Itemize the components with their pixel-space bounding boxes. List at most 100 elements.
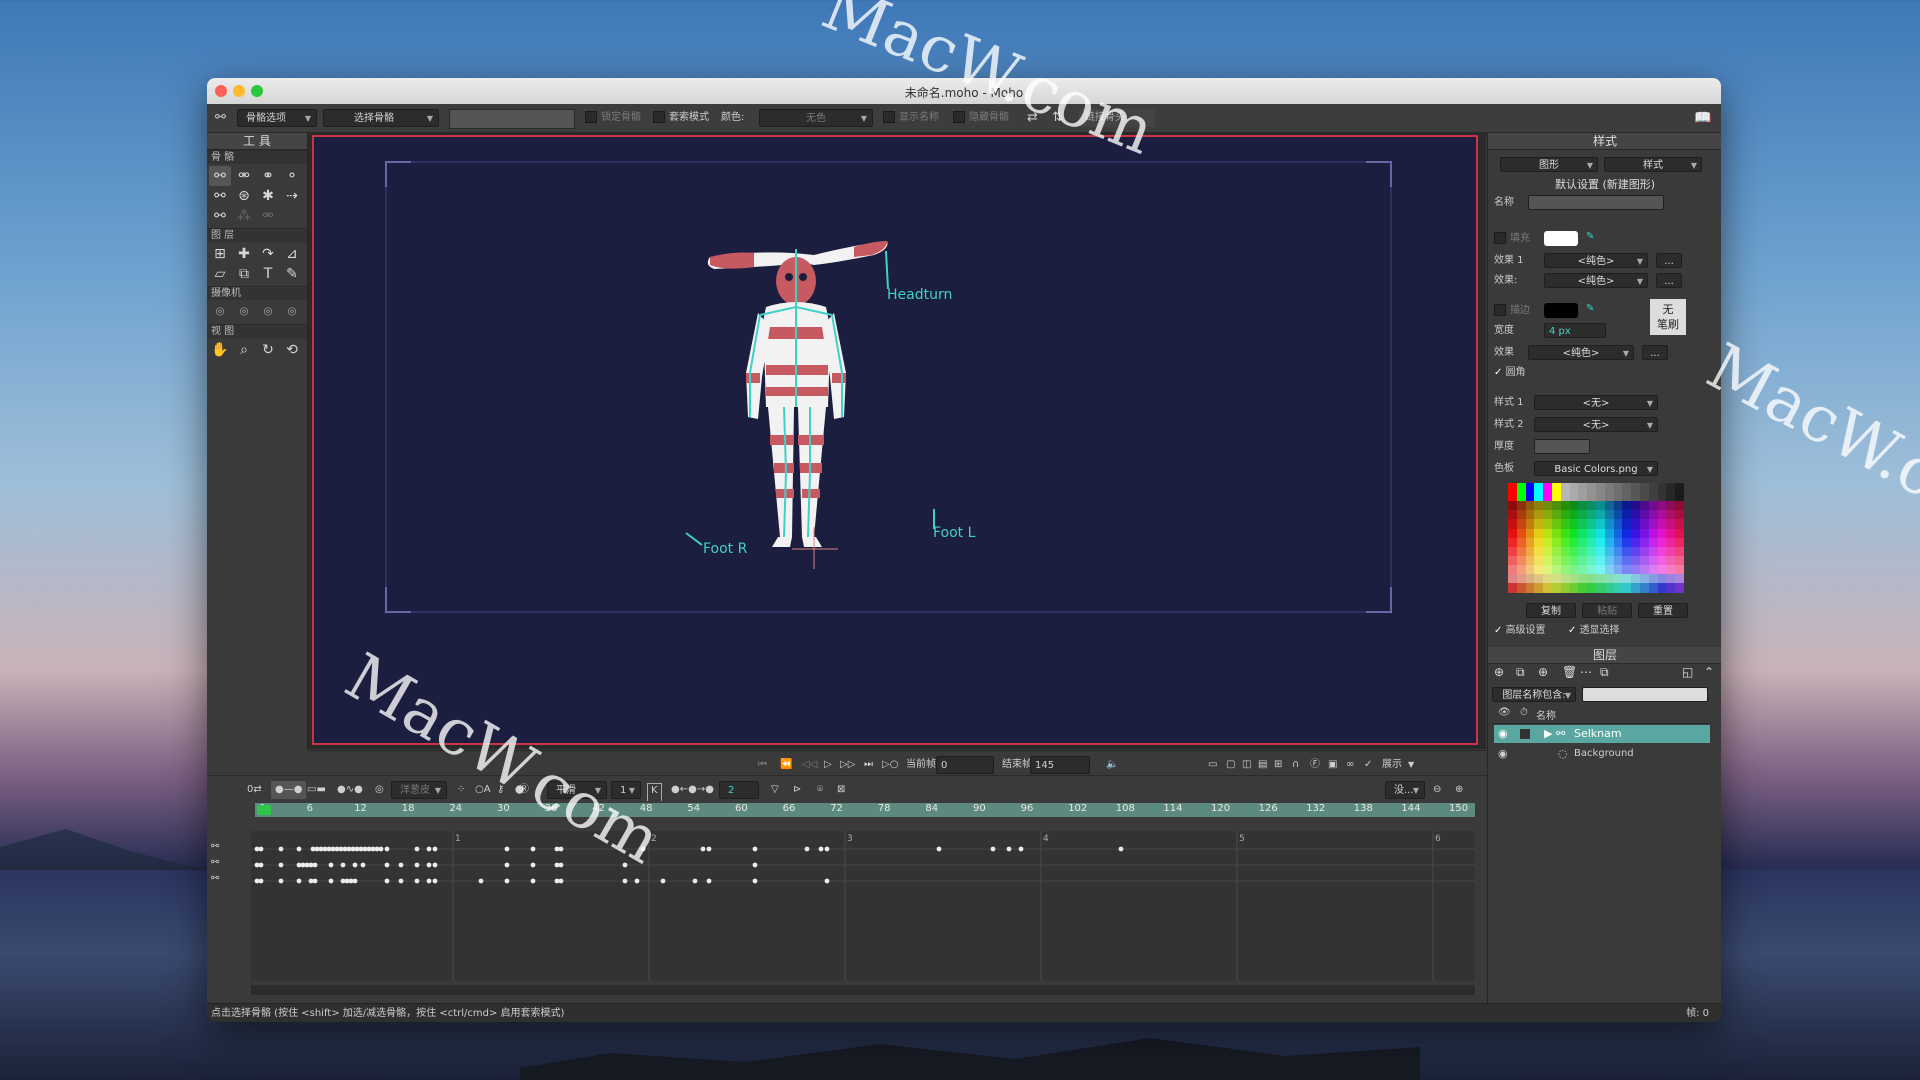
palette-swatch[interactable] [1534,510,1544,520]
layer-mask-icon[interactable]: ◱ [1682,665,1693,679]
palette-swatch[interactable] [1560,574,1570,584]
palette-swatch[interactable] [1657,564,1667,575]
stroke-effect-more-button[interactable]: ... [1642,345,1668,360]
palette-swatch[interactable] [1569,555,1579,566]
palette-swatch[interactable] [1516,574,1526,584]
scale-layer-tool-icon[interactable]: ⊿ [281,244,303,264]
stage-canvas[interactable]: Headturn Foot R Foot L [312,135,1478,745]
palette-swatch[interactable] [1657,492,1667,502]
volume-icon[interactable]: 🔈 [1106,756,1118,774]
palette-swatch[interactable] [1666,574,1676,584]
palette-swatch[interactable] [1578,483,1588,493]
palette-swatch[interactable] [1640,574,1649,584]
palette-swatch[interactable] [1613,583,1623,593]
add-bone-tool-icon[interactable]: ⚮ [233,166,255,186]
palette-swatch[interactable] [1552,574,1561,584]
palette-swatch[interactable] [1587,555,1597,566]
palette-swatch[interactable] [1596,483,1605,493]
palette-swatch[interactable] [1657,555,1667,566]
palette-swatch[interactable] [1552,519,1561,529]
step-forward-icon[interactable]: ▷▷ [840,756,855,774]
palette-swatch[interactable] [1613,501,1623,511]
palette-swatch[interactable] [1587,564,1597,575]
palette-swatch[interactable] [1508,510,1517,520]
current-frame-field[interactable]: 0 [936,756,994,774]
effect2-dropdown[interactable]: <纯色> ▼ [1544,273,1648,288]
palette-swatch[interactable] [1569,501,1579,511]
palette-swatch[interactable] [1578,492,1588,502]
style1-dropdown[interactable]: <无> ▼ [1534,395,1658,410]
record-icon[interactable]: Ⓡ [519,781,529,799]
palette-swatch[interactable] [1675,583,1685,593]
palette-swatch[interactable] [1604,501,1614,511]
layer-selector-tool-icon[interactable]: ⧉ [233,264,255,284]
grid-dots-icon[interactable]: ⁘ [457,781,465,799]
palette-swatch[interactable] [1604,537,1614,548]
palette-swatch[interactable] [1525,492,1535,502]
fill-checkbox[interactable]: 填充 [1494,231,1530,247]
palette-swatch[interactable] [1508,537,1517,548]
palette-swatch[interactable] [1508,519,1517,529]
palette-swatch[interactable] [1516,528,1526,538]
palette-swatch[interactable] [1631,583,1641,593]
palette-swatch[interactable] [1578,537,1588,548]
palette-swatch[interactable] [1648,546,1658,557]
palette-swatch[interactable] [1534,583,1544,593]
palette-swatch[interactable] [1631,483,1641,493]
onion-skin-icon[interactable]: ◎ [375,781,384,799]
bone-label-foot-l[interactable]: Foot L [933,525,975,541]
palette-swatch[interactable] [1543,564,1553,575]
palette-swatch[interactable] [1631,519,1641,529]
palette-swatch[interactable] [1604,583,1614,593]
fill-eyedropper-icon[interactable]: ✎ [1586,231,1594,242]
eyedropper-tool-icon[interactable]: ✎ [281,264,303,284]
camera-pan-tool-icon[interactable]: ⌾ [281,302,303,322]
palette-swatch[interactable] [1666,483,1676,493]
hide-bones-checkbox[interactable]: 隐藏骨骼 [953,109,1009,127]
palette-swatch[interactable] [1569,510,1579,520]
show-names-checkbox[interactable]: 显示名称 [883,109,939,127]
collapse-panel-icon[interactable]: ⌃ [1704,665,1714,679]
palette-swatch[interactable] [1543,555,1553,566]
palette-swatch[interactable] [1578,564,1588,575]
palette-swatch[interactable] [1675,555,1685,566]
palette-swatch[interactable] [1666,537,1676,548]
palette-swatch[interactable] [1543,492,1553,502]
step-field[interactable]: 2 [719,781,759,799]
palette-swatch[interactable] [1657,501,1667,511]
motion-graph-icon[interactable]: ●∿● [337,781,363,799]
layer-expand-icon[interactable]: ▶ [1544,725,1552,743]
palette-swatch[interactable] [1622,510,1632,520]
palette-swatch[interactable] [1675,492,1685,502]
palette-swatch[interactable] [1525,564,1535,575]
style-dropdown[interactable]: 样式 ▼ [1604,157,1702,172]
palette-swatch[interactable] [1569,483,1579,493]
palette-swatch[interactable] [1534,483,1544,493]
bind-layer-tool-icon[interactable]: ⚯ [209,206,231,226]
palette-swatch[interactable] [1578,546,1588,557]
orbit-workspace-tool-icon[interactable]: ⟲ [281,340,303,360]
palette-swatch[interactable] [1648,483,1658,493]
palette-swatch[interactable] [1534,492,1544,502]
palette-swatch[interactable] [1534,546,1544,557]
fx-toggle-icon[interactable]: Ⓕ [1310,756,1320,774]
palette-swatch[interactable] [1525,510,1535,520]
loop-icon[interactable]: ▷○ [882,756,898,774]
palette-swatch[interactable] [1666,501,1676,511]
set-origin-tool-icon[interactable]: ⊞ [209,244,231,264]
camera-track-tool-icon[interactable]: ⌾ [209,302,231,322]
reparent-bone-tool-icon[interactable]: ⚭ [257,166,279,186]
palette-swatch[interactable] [1675,537,1685,548]
palette-swatch[interactable] [1516,501,1526,511]
palette-swatch[interactable] [1534,528,1544,538]
palette-swatch[interactable] [1560,546,1570,557]
palette-swatch[interactable] [1525,574,1535,584]
step-back-icon[interactable]: ◁◁ [802,756,817,774]
palette-swatch[interactable] [1675,546,1685,557]
reset-style-button[interactable]: 重置 [1638,603,1688,618]
palette-swatch[interactable] [1640,564,1649,575]
rotate-layer-tool-icon[interactable]: ↷ [257,244,279,264]
palette-swatch[interactable] [1508,528,1517,538]
palette-swatch[interactable] [1648,519,1658,529]
palette-swatch[interactable] [1569,528,1579,538]
